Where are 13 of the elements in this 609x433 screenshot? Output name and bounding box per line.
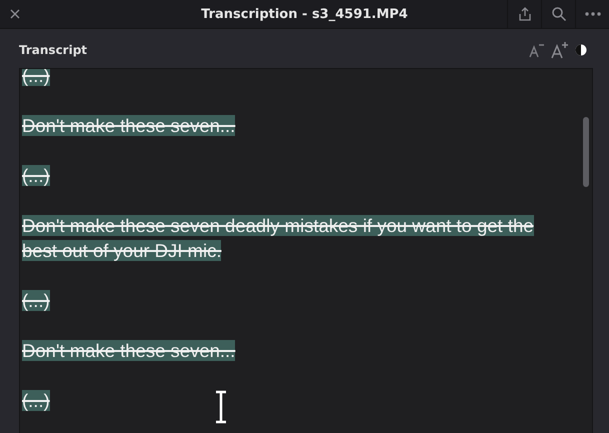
transcript-segment: Don't make these seven... (22, 114, 236, 138)
text-cursor-icon (214, 390, 228, 424)
font-larger-icon[interactable] (551, 40, 569, 58)
transcript-segment: Don't make these seven... (22, 339, 236, 363)
transcript-segment: Don't make these seven deadly mistakes if you want to get the best out of your DJI mic. (22, 214, 535, 263)
scrollbar-thumb[interactable] (583, 117, 589, 187)
contrast-icon[interactable] (575, 44, 587, 56)
window-title: Transcription - s3_4591.MP4 (201, 6, 408, 22)
panel-title: Transcript (19, 42, 88, 56)
transcript-segment: (...) (22, 289, 50, 313)
transcript-segment: (...) (22, 389, 50, 413)
font-smaller-icon[interactable] (529, 42, 545, 58)
transcript-segment: (...) (22, 164, 50, 188)
